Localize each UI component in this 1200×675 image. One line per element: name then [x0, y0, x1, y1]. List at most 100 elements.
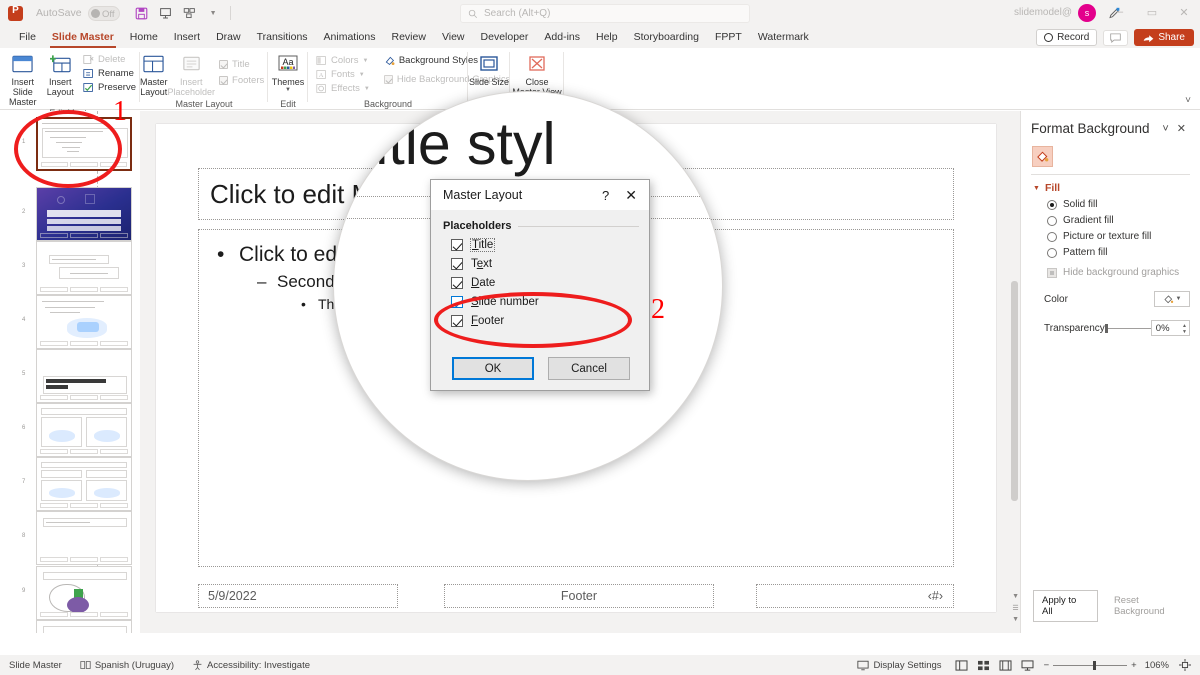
dialog-checkbox-text[interactable]: Text [451, 258, 649, 270]
footers-checkbox[interactable]: Footers [215, 73, 268, 88]
slide-sorter-button[interactable] [973, 657, 995, 673]
footer-placeholder[interactable]: Footer [444, 584, 714, 608]
cancel-button[interactable]: Cancel [548, 357, 630, 380]
next-slide-icon[interactable]: ☰ [1012, 604, 1018, 612]
present-from-beginning-icon[interactable] [155, 3, 176, 23]
tab-add-ins[interactable]: Add-ins [536, 28, 588, 46]
slideshow-view-button[interactable] [1017, 657, 1039, 673]
radio-pattern-fill[interactable]: Pattern fill [1047, 247, 1200, 258]
color-picker-button[interactable]: ▼ [1154, 291, 1190, 307]
display-settings-button[interactable]: Display Settings [848, 660, 950, 671]
minimize-button[interactable]: – [1104, 0, 1136, 24]
spinner-arrows[interactable]: ▲ ▼ [1182, 321, 1187, 337]
zoom-slider-knob[interactable] [1093, 661, 1096, 670]
record-button[interactable]: Record [1036, 29, 1097, 46]
tab-insert[interactable]: Insert [166, 28, 208, 46]
master-layout-dialog[interactable]: Master Layout ? ✕ Placeholders Title Tex… [430, 179, 650, 391]
spinner-down-icon[interactable]: ▼ [1182, 329, 1187, 335]
zoom-control[interactable]: − + 106% [1044, 660, 1169, 671]
slider-knob[interactable] [1105, 324, 1108, 333]
insert-placeholder-button[interactable]: Insert Placeholder [168, 51, 216, 97]
thumbnail-layout-content-with-diagram[interactable] [36, 295, 132, 349]
rename-button[interactable]: Rename [79, 67, 140, 80]
tab-file[interactable]: File [11, 28, 44, 46]
themes-button[interactable]: Aa Themes ▼ [268, 51, 308, 93]
share-button[interactable]: Share [1134, 29, 1194, 46]
reading-view-button[interactable] [995, 657, 1017, 673]
fill-section-header[interactable]: ▼ Fill [1033, 182, 1200, 194]
thumbnail-layout-picture-caption[interactable] [36, 566, 132, 620]
comments-button[interactable] [1103, 30, 1128, 46]
dialog-checkbox-title[interactable]: Title [451, 239, 649, 251]
themes-chevron-down-icon[interactable]: ▼ [285, 87, 291, 93]
reset-background-button[interactable]: Reset Background [1105, 590, 1200, 622]
colors-button[interactable]: Colors ▼ [312, 54, 374, 67]
thumbnail-layout-title-only[interactable] [36, 511, 132, 565]
zoom-in-button[interactable]: + [1131, 660, 1137, 671]
thumbnail-layout-blank[interactable] [36, 620, 132, 633]
delete-button[interactable]: Delete [79, 53, 140, 66]
radio-solid-fill[interactable]: Solid fill [1047, 199, 1200, 210]
close-master-view-button[interactable]: Close Master View [512, 51, 562, 97]
thumbnail-layout-section-header[interactable] [36, 349, 132, 403]
tab-transitions[interactable]: Transitions [249, 28, 316, 46]
slide-size-button[interactable]: Slide Size [468, 51, 510, 87]
close-icon[interactable]: ✕ [1173, 122, 1190, 135]
transparency-spinner[interactable]: 0% ▲ ▼ [1151, 320, 1190, 336]
close-icon[interactable]: ✕ [619, 187, 643, 204]
collapse-ribbon-button[interactable]: ˅ [1185, 95, 1191, 106]
fit-to-window-button[interactable] [1174, 657, 1196, 673]
title-checkbox[interactable]: Title [215, 57, 268, 72]
thumbnail-layout-title-slide[interactable] [36, 187, 132, 241]
tab-view[interactable]: View [434, 28, 473, 46]
dialog-checkbox-date[interactable]: Date [451, 277, 649, 289]
zoom-slider-track[interactable] [1053, 665, 1127, 666]
slide-thumbnail-panel[interactable]: 1 2 3 [0, 111, 140, 633]
avatar[interactable]: s [1078, 4, 1096, 22]
tab-watermark[interactable]: Watermark [750, 28, 817, 46]
transparency-slider[interactable] [1105, 323, 1151, 333]
tab-slide-master[interactable]: Slide Master [44, 28, 122, 46]
preserve-button[interactable]: Preserve [79, 81, 140, 94]
slideshow-icon[interactable] [179, 3, 200, 23]
slide-number-placeholder[interactable]: ‹#› [756, 584, 954, 608]
hide-background-graphics-pane-checkbox[interactable]: Hide background graphics [1047, 267, 1200, 278]
tab-help[interactable]: Help [588, 28, 626, 46]
effects-button[interactable]: Effects ▼ [312, 82, 374, 95]
maximize-button[interactable]: ▭ [1136, 0, 1168, 24]
fonts-button[interactable]: A Fonts ▼ [312, 68, 374, 81]
help-icon[interactable]: ? [592, 188, 619, 203]
language-indicator[interactable]: Spanish (Uruguay) [71, 660, 183, 671]
thumbnail-layout-two-content[interactable] [36, 403, 132, 457]
radio-gradient-fill[interactable]: Gradient fill [1047, 215, 1200, 226]
thumbnail-layout-comparison[interactable] [36, 457, 132, 511]
master-layout-button[interactable]: Master Layout [140, 51, 168, 97]
apply-to-all-button[interactable]: Apply to All [1033, 590, 1098, 622]
tab-draw[interactable]: Draw [208, 28, 249, 46]
zoom-out-button[interactable]: − [1044, 660, 1050, 671]
tab-storyboarding[interactable]: Storyboarding [626, 28, 707, 46]
insert-layout-button[interactable]: Insert Layout [41, 51, 78, 97]
autosave-toggle[interactable]: Off [88, 6, 120, 21]
search-input[interactable]: Search (Alt+Q) [460, 4, 750, 23]
fit-slide-icon[interactable]: ▼ [1012, 616, 1019, 623]
tab-home[interactable]: Home [122, 28, 166, 46]
tab-animations[interactable]: Animations [316, 28, 384, 46]
date-placeholder[interactable]: 5/9/2022 [198, 584, 398, 608]
color-chevron-down-icon[interactable]: ▼ [1176, 296, 1182, 302]
fill-bucket-icon[interactable] [1032, 146, 1053, 167]
accessibility-status[interactable]: Accessibility: Investigate [183, 660, 319, 671]
radio-picture-fill[interactable]: Picture or texture fill [1047, 231, 1200, 242]
slide-scroll-thumb[interactable] [1011, 281, 1018, 501]
insert-slide-master-button[interactable]: Insert Slide Master [4, 51, 41, 107]
chevron-down-icon[interactable]: ˅ [1158, 123, 1172, 135]
slide-vertical-scrollbar[interactable] [1009, 111, 1020, 633]
save-icon[interactable] [131, 3, 152, 23]
thumbnail-layout-title-and-content[interactable] [36, 241, 132, 295]
tab-developer[interactable]: Developer [473, 28, 537, 46]
tab-fppt[interactable]: FPPT [707, 28, 750, 46]
chevron-down-icon[interactable]: ▼ [203, 3, 224, 23]
close-button[interactable]: ✕ [1168, 0, 1200, 24]
previous-slide-icon[interactable]: ▼ [1012, 593, 1019, 600]
tab-review[interactable]: Review [384, 28, 434, 46]
